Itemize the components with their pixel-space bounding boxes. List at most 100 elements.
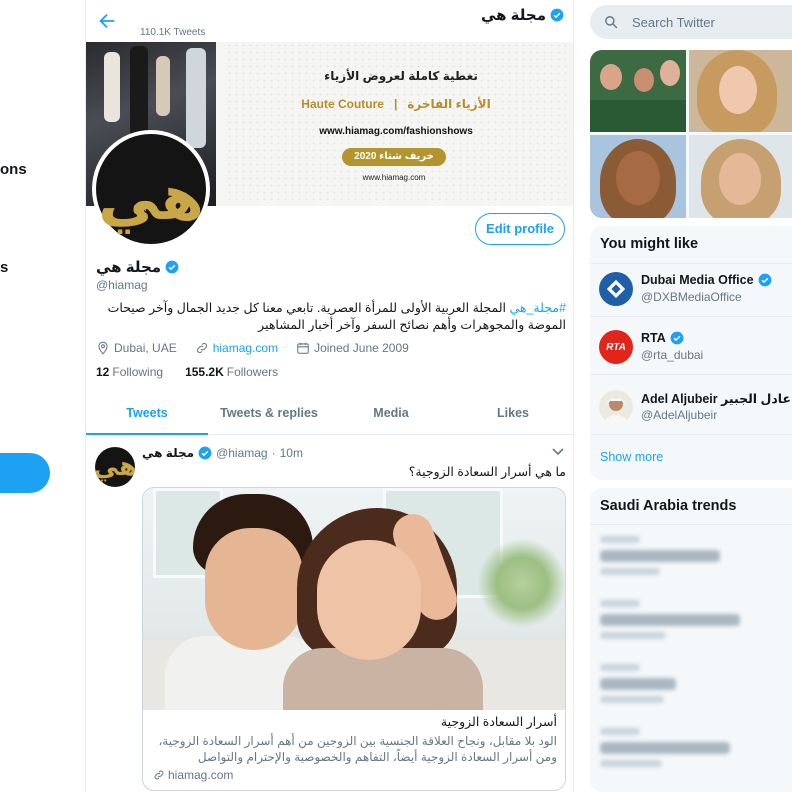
profile-avatar[interactable]: هي Hia bbox=[92, 130, 210, 248]
edit-profile-button[interactable]: Edit profile bbox=[475, 213, 565, 245]
profile-media-grid bbox=[590, 50, 792, 218]
card-text: أسرار السعادة الزوجية الود بلا مقابل، ون… bbox=[153, 714, 557, 765]
tweet-timestamp[interactable]: 10m bbox=[280, 446, 303, 460]
profile-top-bar: مجلة هي 110.1K Tweets bbox=[86, 0, 573, 42]
verified-badge-icon bbox=[550, 8, 564, 22]
trends-title: Saudi Arabia trends bbox=[600, 498, 737, 514]
profile-timeline: مجلة هي 110.1K Tweets تغطية كاملة لعروض … bbox=[86, 0, 574, 792]
followers-count: 155.2K bbox=[185, 365, 224, 379]
right-sidebar: Search Twitter You might like Dubai Medi… bbox=[574, 0, 792, 792]
tab-tweets[interactable]: Tweets bbox=[86, 393, 208, 435]
banner-couture-line: Haute Couture | الأزياء الفاخرة bbox=[296, 97, 496, 111]
followers-link[interactable]: 155.2K Followers bbox=[185, 365, 278, 379]
tab-media[interactable]: Media bbox=[330, 393, 452, 434]
avatar-logo-sub: Hia bbox=[144, 203, 158, 213]
card-description: الود بلا مقابل، ونجاح العلاقة الجنسية بي… bbox=[158, 734, 557, 764]
profile-display-name: مجلة هي bbox=[96, 258, 179, 276]
following-count: 12 bbox=[96, 365, 110, 379]
bio-hashtag-link[interactable]: #مجلة_هي bbox=[509, 301, 566, 315]
suggestion-handle: @AdelAljubeir bbox=[641, 408, 718, 422]
media-thumbnail[interactable] bbox=[689, 135, 792, 218]
suggestion-handle: @DXBMediaOffice bbox=[641, 290, 742, 304]
card-title: أسرار السعادة الزوجية bbox=[440, 715, 557, 729]
nav-item-notifications-partial[interactable]: ons bbox=[0, 161, 27, 178]
profile-name-text: مجلة هي bbox=[96, 259, 162, 276]
tab-tweets-and-replies[interactable]: Tweets & replies bbox=[208, 393, 330, 434]
following-link[interactable]: 12 Following bbox=[96, 365, 163, 379]
search-placeholder: Search Twitter bbox=[632, 15, 715, 30]
suggestion-name-row: Adel Aljubeir عادل الجبير bbox=[641, 391, 792, 406]
link-icon bbox=[154, 770, 164, 780]
banner-headline: تغطية كاملة لعروض الأزياء bbox=[324, 69, 478, 83]
trend-item-blurred[interactable] bbox=[600, 724, 792, 780]
profile-handle: @hiamag bbox=[96, 278, 148, 292]
link-preview-card[interactable]: أسرار السعادة الزوجية الود بلا مقابل، ون… bbox=[142, 487, 566, 791]
nav-item-lists-partial[interactable]: s bbox=[0, 259, 8, 276]
who-to-follow-panel: You might like Dubai Media Office @DXBMe… bbox=[590, 226, 792, 480]
card-domain: hiamag.com bbox=[153, 768, 233, 782]
suggestion-name: Adel Aljubeir عادل الجبير bbox=[641, 392, 792, 406]
tweet-separator-dot: · bbox=[271, 446, 276, 460]
tweet[interactable]: هي مجلة هي @hiamag · 10m ما هي أسرار الس… bbox=[86, 436, 573, 792]
profile-bio: #مجلة_هي المجلة العربية الأولى للمرأة ال… bbox=[96, 300, 566, 334]
trend-item-blurred[interactable] bbox=[600, 660, 792, 716]
search-input[interactable]: Search Twitter bbox=[590, 5, 792, 39]
person-photo-icon bbox=[604, 397, 628, 424]
calendar-icon bbox=[297, 342, 309, 354]
profile-location: Dubai, UAE bbox=[114, 341, 177, 355]
banner-couture-sep: | bbox=[393, 97, 398, 111]
verified-badge-icon bbox=[198, 446, 212, 460]
banner-url: www.hiamag.com/fashionshows bbox=[319, 126, 473, 137]
suggestion-name: Dubai Media Office bbox=[641, 273, 754, 287]
left-navigation: ons s bbox=[0, 0, 86, 792]
suggestion-name-row: Dubai Media Office bbox=[641, 273, 772, 287]
media-thumbnail[interactable] bbox=[590, 50, 686, 132]
suggestion-avatar[interactable]: RTA bbox=[599, 330, 633, 364]
header-name-text: مجلة هي bbox=[480, 7, 546, 24]
rta-logo-text: RTA bbox=[606, 341, 626, 353]
tweet-author-handle[interactable]: @hiamag bbox=[216, 446, 268, 460]
tweet-header: مجلة هي @hiamag · 10m bbox=[142, 446, 303, 460]
tweet-avatar[interactable]: هي bbox=[95, 447, 135, 487]
profile-meta: Dubai, UAE hiamag.com Joined June 2009 bbox=[96, 341, 409, 355]
verified-badge-icon bbox=[165, 260, 179, 274]
tweet-author-name[interactable]: مجلة هي bbox=[142, 446, 194, 460]
suggestion-dubai-media-office[interactable]: Dubai Media Office @DXBMediaOffice bbox=[590, 264, 792, 316]
tweet-avatar-glyph: هي bbox=[95, 452, 135, 482]
banner-couture-ar: الأزياء الفاخرة bbox=[407, 97, 491, 111]
suggestion-rta[interactable]: RTA RTA @rta_dubai bbox=[590, 322, 792, 374]
banner-season-pill: خريف شتاء 2020 bbox=[342, 148, 446, 166]
banner-site: www.hiamag.com bbox=[362, 173, 426, 182]
media-thumbnail[interactable] bbox=[590, 135, 686, 218]
suggestion-name: RTA bbox=[641, 331, 666, 345]
verified-badge-icon bbox=[758, 273, 771, 287]
card-domain-text: hiamag.com bbox=[168, 768, 234, 782]
tab-likes[interactable]: Likes bbox=[452, 393, 573, 434]
avatar-logo: هي Hia bbox=[96, 134, 206, 244]
trend-item-blurred[interactable] bbox=[600, 532, 792, 588]
location-pin-icon bbox=[98, 341, 108, 355]
profile-website-link[interactable]: hiamag.com bbox=[213, 341, 278, 355]
dubai-media-office-logo-icon bbox=[606, 279, 626, 299]
following-label: Following bbox=[112, 365, 164, 379]
media-thumbnail[interactable] bbox=[689, 50, 792, 132]
search-icon bbox=[605, 16, 618, 29]
suggestion-avatar[interactable] bbox=[599, 390, 633, 424]
profile-joined-date: Joined June 2009 bbox=[314, 341, 409, 355]
chevron-down-icon[interactable] bbox=[552, 448, 564, 456]
verified-badge-icon bbox=[670, 331, 684, 345]
link-icon bbox=[196, 342, 207, 354]
trends-panel: Saudi Arabia trends bbox=[590, 488, 792, 792]
header-tweet-count: 110.1K Tweets bbox=[140, 27, 206, 38]
trend-item-blurred[interactable] bbox=[600, 596, 792, 652]
show-more-link[interactable]: Show more bbox=[600, 450, 663, 464]
followers-label: Followers bbox=[226, 365, 279, 379]
tweet-text: ما هي أسرار السعادة الزوجية؟ bbox=[408, 465, 566, 479]
tweet-button[interactable] bbox=[0, 453, 50, 493]
avatar-logo-glyph: هي bbox=[98, 161, 204, 234]
back-arrow-icon[interactable] bbox=[96, 10, 118, 32]
suggestion-adel-aljubeir[interactable]: Adel Aljubeir عادل الجبير @AdelAljubeir bbox=[590, 382, 792, 434]
suggestion-handle: @rta_dubai bbox=[641, 348, 704, 362]
header-display-name: مجلة هي bbox=[481, 6, 564, 24]
suggestion-avatar[interactable] bbox=[599, 272, 633, 306]
